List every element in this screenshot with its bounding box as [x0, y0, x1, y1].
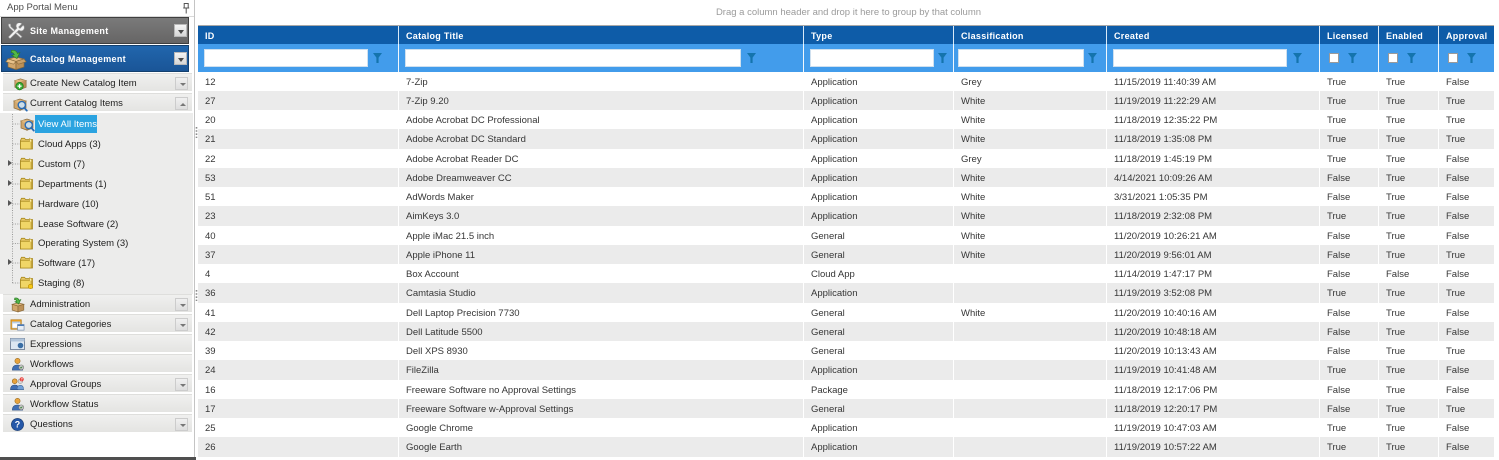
svg-text:?: ?: [21, 377, 23, 381]
svg-text:?: ?: [15, 419, 20, 429]
